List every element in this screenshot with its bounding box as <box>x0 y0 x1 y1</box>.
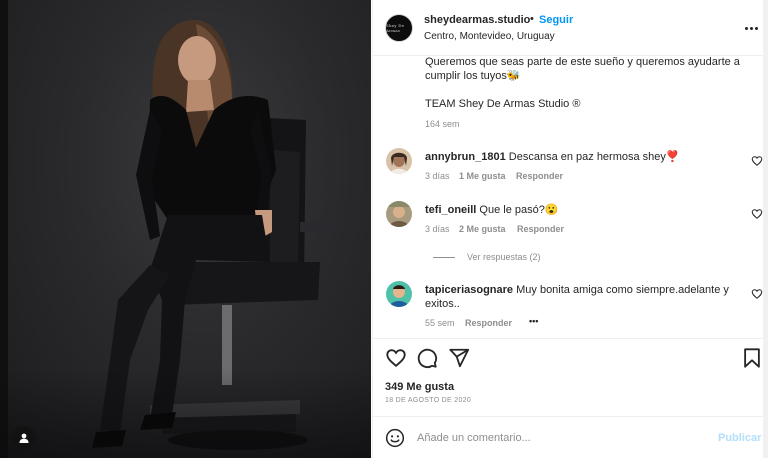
caption-signature: TEAM Shey De Armas Studio ® <box>425 98 581 110</box>
post-photo[interactable] <box>0 0 371 458</box>
heart-icon[interactable] <box>751 208 763 220</box>
more-icon-dot <box>754 26 758 30</box>
more-icon <box>744 26 748 30</box>
caption-text-line-2: cumplir los tuyos🐝 <box>425 70 521 82</box>
separator-dot: • <box>530 13 534 25</box>
share-icon[interactable] <box>448 347 470 369</box>
avatar-image <box>386 281 412 307</box>
comment-username[interactable]: tefi_oneill <box>425 204 476 216</box>
likes-count[interactable]: 349 Me gusta <box>385 381 454 393</box>
comment-username[interactable]: tapiceriasognare <box>425 284 513 296</box>
bookmark-icon[interactable] <box>741 347 763 369</box>
comment-time[interactable]: 3 días <box>425 171 450 181</box>
reply-button[interactable]: Responder <box>465 318 512 328</box>
view-replies-label: Ver respuestas (2) <box>467 252 541 262</box>
comment-text: Muy bonita amiga como siempre.adelante y <box>516 284 729 296</box>
comment-time[interactable]: 55 sem <box>425 318 455 328</box>
comment-likes-label: 1 Me gusta <box>459 171 506 181</box>
comment-more-button[interactable]: ••• <box>529 316 538 326</box>
comment-likes[interactable]: 1 Me gusta <box>459 171 506 181</box>
photo-floor-shade <box>0 368 371 458</box>
post-date[interactable]: 18 DE AGOSTO DE 2020 <box>385 397 471 404</box>
publish-button[interactable]: Publicar <box>718 432 761 444</box>
reply-button[interactable]: Responder <box>516 171 563 181</box>
comment-time[interactable]: 3 días <box>425 224 450 234</box>
comment-body: annybrun_1801 Descansa en paz hermosa sh… <box>425 150 680 164</box>
avatar-image <box>386 148 412 174</box>
comment-text: Que le pasó?😮 <box>479 204 559 216</box>
avatar[interactable] <box>386 148 412 174</box>
caption-text-line-1: Queremos que seas parte de este sueño y … <box>425 56 740 68</box>
avatar[interactable] <box>386 201 412 227</box>
replies-divider <box>433 256 455 258</box>
more-options-button[interactable] <box>743 20 759 36</box>
avatar-image <box>386 201 412 227</box>
post-username[interactable]: sheydearmas.studio <box>424 14 530 26</box>
post-details-panel: Shey De Armas sheydearmas.studio • Segui… <box>372 0 768 458</box>
more-icon-dot <box>749 26 753 30</box>
user-tag-icon <box>19 433 29 443</box>
user-tag-button[interactable] <box>12 426 36 450</box>
comment-username[interactable]: annybrun_1801 <box>425 151 506 163</box>
comment-input[interactable] <box>417 428 707 448</box>
heart-icon[interactable] <box>751 288 763 300</box>
reply-button[interactable]: Responder <box>517 224 564 234</box>
post-location[interactable]: Centro, Montevideo, Uruguay <box>424 31 555 42</box>
emoji-icon[interactable] <box>385 428 405 448</box>
comment-icon[interactable] <box>416 347 438 369</box>
caption-age[interactable]: 164 sem <box>425 119 460 129</box>
comment-body: tefi_oneill Que le pasó?😮 <box>425 203 559 217</box>
comment-likes[interactable]: 2 Me gusta <box>459 224 506 234</box>
avatar-logo-text: Shey De Armas <box>386 23 405 33</box>
heart-icon[interactable] <box>751 155 763 167</box>
follow-button[interactable]: Seguir <box>539 14 573 26</box>
comment-text: Descansa en paz hermosa shey❣️ <box>508 151 680 163</box>
heart-icon[interactable] <box>385 347 407 369</box>
view-replies-button[interactable]: Ver respuestas (2) <box>433 252 541 262</box>
comment-body: tapiceriasognare Muy bonita amiga como s… <box>425 283 729 297</box>
comment-likes-label: 2 Me gusta <box>459 224 506 234</box>
avatar[interactable] <box>386 281 412 307</box>
comment-text-continued: exitos.. <box>425 298 460 310</box>
comment-composer: Publicar <box>373 416 768 458</box>
comments-list[interactable]: Queremos que seas parte de este sueño y … <box>373 56 768 338</box>
post-header: Shey De Armas sheydearmas.studio • Segui… <box>373 0 768 56</box>
page-scrollbar[interactable] <box>763 0 768 458</box>
avatar[interactable]: Shey De Armas <box>385 14 413 42</box>
post-actions <box>373 338 768 376</box>
